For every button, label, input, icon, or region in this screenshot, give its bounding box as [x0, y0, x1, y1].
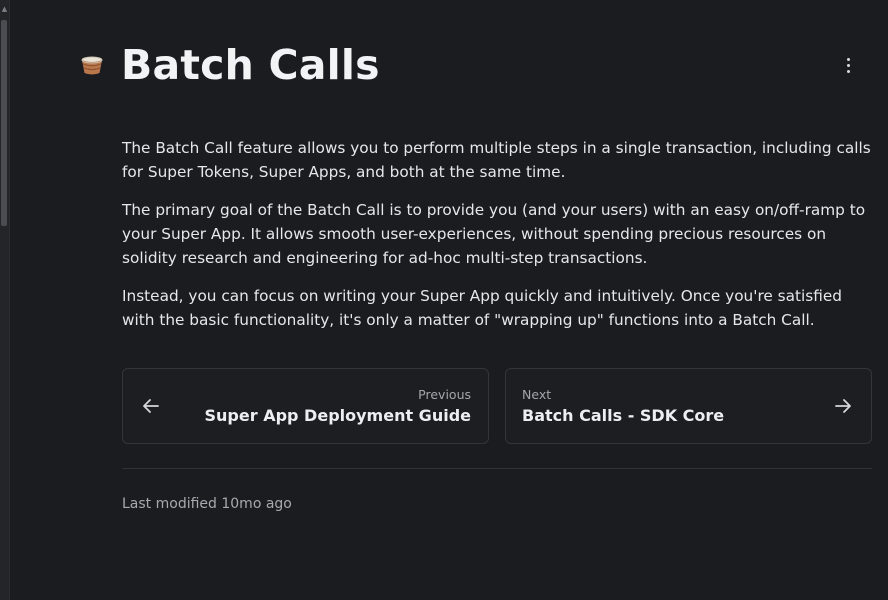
arrow-right-icon — [833, 396, 853, 416]
previous-page-link[interactable]: Previous Super App Deployment Guide — [122, 368, 489, 444]
next-label: Next — [522, 387, 552, 402]
next-page-title: Batch Calls - SDK Core — [522, 406, 725, 425]
page-header: Batch Calls — [80, 38, 870, 94]
previous-label: Previous — [418, 387, 471, 402]
page-title: Batch Calls — [121, 41, 380, 89]
paragraph: The Batch Call feature allows you to per… — [122, 139, 871, 181]
scroll-up-icon[interactable]: ▲ — [0, 4, 9, 14]
next-page-link[interactable]: Next Batch Calls - SDK Core — [505, 368, 872, 444]
paragraph: The primary goal of the Batch Call is to… — [122, 201, 866, 267]
docs-page: ▲ Batch Calls The Batch Call feature all… — [0, 0, 888, 600]
previous-page-title: Super App Deployment Guide — [204, 406, 471, 425]
scrollbar-thumb[interactable] — [1, 20, 7, 226]
pagination-nav: Previous Super App Deployment Guide Next… — [122, 368, 872, 444]
more-vertical-icon[interactable] — [838, 54, 858, 76]
basket-emoji-icon — [80, 52, 104, 78]
article-body: The Batch Call feature allows you to per… — [122, 136, 874, 346]
arrow-left-icon — [141, 396, 161, 416]
scrollbar[interactable]: ▲ — [0, 0, 10, 600]
divider — [122, 468, 872, 469]
paragraph: Instead, you can focus on writing your S… — [122, 287, 842, 329]
last-modified: Last modified 10mo ago — [122, 496, 292, 512]
